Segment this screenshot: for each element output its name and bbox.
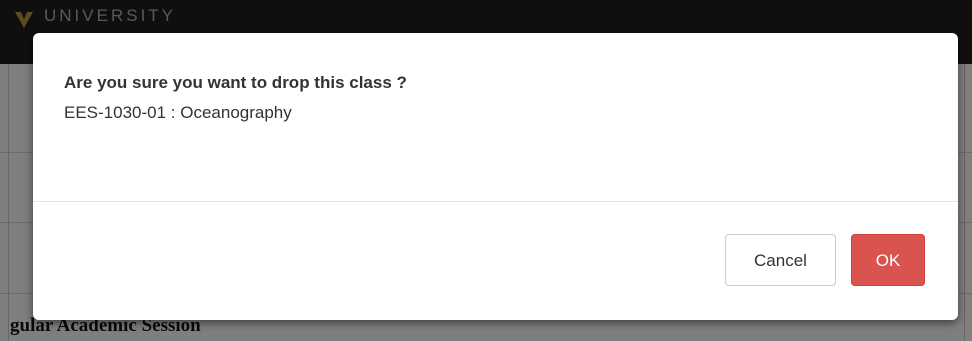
ok-button[interactable]: OK xyxy=(851,234,925,286)
dialog-title: Are you sure you want to drop this class… xyxy=(64,73,407,92)
cancel-button[interactable]: Cancel xyxy=(725,234,836,286)
dialog-body: Are you sure you want to drop this class… xyxy=(33,33,958,201)
dialog-class-name: EES-1030-01 : Oceanography xyxy=(64,103,292,122)
dialog-footer-divider xyxy=(33,201,958,202)
drop-class-confirm-dialog: Are you sure you want to drop this class… xyxy=(33,33,958,320)
